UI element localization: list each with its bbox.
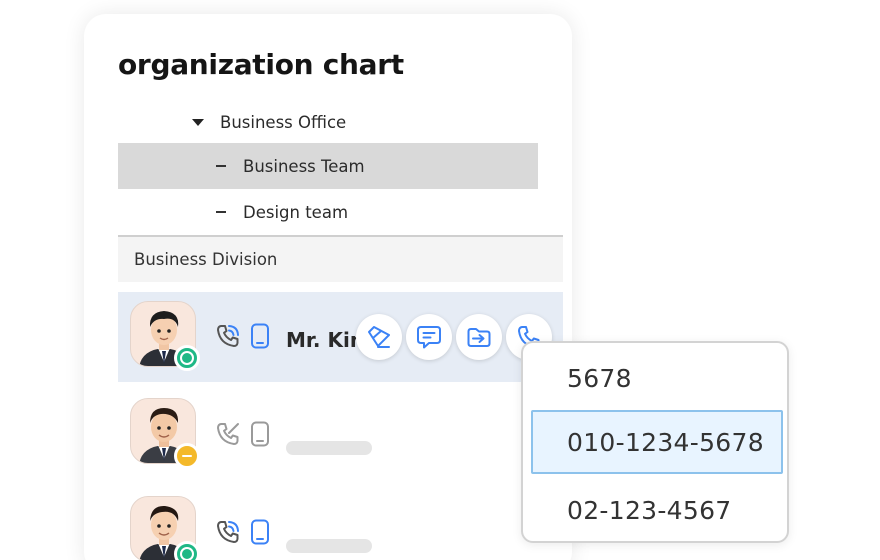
phone-off-icon[interactable] bbox=[214, 420, 242, 448]
tree-item-label: Business Team bbox=[243, 156, 365, 176]
chat-action-button[interactable] bbox=[406, 314, 452, 360]
phone-option-selected[interactable]: 010-1234-5678 bbox=[531, 410, 783, 474]
org-chart-panel: organization chart Business Office Busin… bbox=[84, 14, 572, 560]
call-forward-icon[interactable] bbox=[214, 322, 242, 350]
call-forward-icon[interactable] bbox=[214, 518, 242, 546]
tree-item-design-team[interactable]: Design team bbox=[118, 189, 538, 235]
name-placeholder bbox=[286, 539, 372, 553]
name-placeholder bbox=[286, 441, 372, 455]
phone-option[interactable]: 02-123-4567 bbox=[531, 478, 783, 542]
mobile-phone-icon[interactable] bbox=[246, 322, 274, 350]
member-row[interactable] bbox=[118, 486, 563, 560]
phone-option[interactable]: 5678 bbox=[531, 346, 783, 410]
status-badge-away bbox=[174, 443, 200, 469]
tree-item-business-team[interactable]: Business Team bbox=[118, 143, 538, 189]
tree-item-business-office[interactable]: Business Office bbox=[192, 110, 346, 134]
status-badge-online bbox=[174, 345, 200, 371]
member-row[interactable]: Mr. Kim bbox=[118, 292, 563, 382]
member-row[interactable] bbox=[118, 388, 563, 478]
caret-down-icon[interactable] bbox=[192, 118, 204, 126]
mobile-phone-icon[interactable] bbox=[246, 420, 274, 448]
division-label: Business Division bbox=[134, 250, 278, 269]
transfer-action-button[interactable] bbox=[456, 314, 502, 360]
eraser-action-button[interactable] bbox=[356, 314, 402, 360]
mobile-phone-icon[interactable] bbox=[246, 518, 274, 546]
phone-number-dropdown: 5678 010-1234-5678 02-123-4567 bbox=[521, 341, 789, 543]
dash-icon bbox=[216, 211, 226, 213]
dash-icon bbox=[216, 165, 226, 167]
transfer-icon bbox=[467, 328, 491, 347]
division-header[interactable]: Business Division bbox=[118, 235, 563, 282]
chat-icon bbox=[417, 326, 441, 349]
status-badge-online bbox=[174, 541, 200, 560]
panel-title: organization chart bbox=[118, 48, 404, 81]
eraser-icon bbox=[368, 326, 390, 348]
tree-item-label: Design team bbox=[243, 202, 349, 222]
tree-item-label: Business Office bbox=[220, 112, 347, 132]
